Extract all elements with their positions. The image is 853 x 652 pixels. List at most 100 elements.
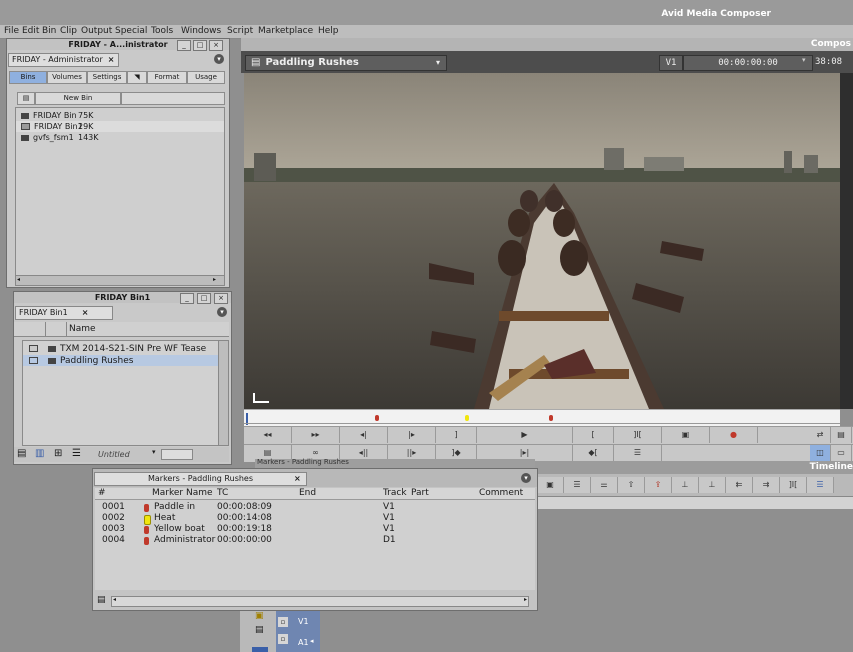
play-button[interactable]: ▶ [477,427,573,443]
lift-icon[interactable]: ⇧ [618,477,645,493]
maximize-button[interactable]: □ [193,40,207,51]
marker-red[interactable] [375,415,379,421]
rewind-button[interactable]: ◂◂ [244,427,292,443]
tab-usage[interactable]: Usage [187,71,225,84]
track-a1[interactable]: A1 [298,638,309,647]
tab-settings[interactable]: Settings [87,71,127,84]
previous-marker-button[interactable]: ◆[ [573,445,614,461]
column-header-marker-name[interactable]: Marker Name [152,488,213,498]
horizontal-scrollbar[interactable]: ◂ ▸ [111,596,529,607]
toolbar-icon[interactable]: ⊥ [672,477,699,493]
close-icon[interactable]: × [82,308,89,317]
track-v1[interactable]: V1 [298,617,309,626]
two-up-icon[interactable]: ◫ [810,445,831,461]
column-header-name[interactable]: Name [69,324,96,334]
bin-menu-icon[interactable]: ▾ [217,307,227,317]
mark-clip-button[interactable]: ]I[ [614,427,662,443]
menu-tools[interactable]: Tools [151,26,173,36]
minimize-button[interactable]: _ [177,40,191,51]
brief-view-icon[interactable]: ▤ [17,448,26,459]
track-selector[interactable]: V1 [659,55,683,71]
menu-special[interactable]: Special [115,26,147,36]
mark-out-button[interactable]: ] [436,427,477,443]
horizontal-scrollbar[interactable]: ◂ ▸ [15,275,225,286]
track-lock-icon[interactable]: ▫ [278,634,288,644]
layout-icon[interactable]: ▤ [831,427,852,443]
tab-bins[interactable]: Bins [9,71,47,84]
column-header-part[interactable]: Part [411,488,429,498]
flag-icon[interactable]: ◥ [127,71,147,84]
overwrite-icon[interactable]: ⇄ [810,427,831,443]
list-item[interactable]: FRIDAY Bin1 29K [16,121,224,132]
menu-windows[interactable]: Windows [181,26,221,36]
menu-marketplace[interactable]: Marketplace [258,26,313,36]
bin-field[interactable] [121,92,225,105]
markers-view-icon[interactable]: ▤ [97,595,106,605]
chevron-down-icon[interactable]: ▾ [152,448,156,456]
tab-volumes[interactable]: Volumes [47,71,87,84]
menu-edit[interactable]: Edit [22,26,39,36]
column-header-track[interactable]: Track [383,488,407,498]
project-menu-icon[interactable]: ▾ [214,54,224,64]
bin-view-icon[interactable]: ▤ [17,92,35,105]
close-icon[interactable]: × [108,55,115,64]
list-item[interactable]: FRIDAY Bin 75K [16,110,224,121]
vertical-scrollbar[interactable] [218,340,229,446]
clear-marks-button[interactable]: ☰ [614,445,662,461]
menu-script[interactable]: Script [227,26,253,36]
track-lock-icon[interactable]: ▫ [278,617,288,627]
scroll-left-icon[interactable]: ◂ [17,276,20,283]
bin-view-name[interactable]: Untitled [98,450,130,459]
list-item[interactable]: Paddling Rushes [23,355,219,366]
position-bar[interactable] [244,409,840,426]
column-header-comment[interactable]: Comment [479,488,523,498]
extract-icon[interactable]: ⇪ [645,477,672,493]
project-tab[interactable]: FRIDAY - Administrator × [8,53,119,67]
toolbar-icon[interactable]: ⇉ [753,477,780,493]
toolbar-icon[interactable]: ☰ [807,477,834,493]
new-bin-button[interactable]: New Bin [35,92,121,105]
tab-format[interactable]: Format [147,71,187,84]
list-item[interactable]: TXM 2014-S21-SIN Pre WF Tease Re [23,343,219,366]
record-monitor-icon[interactable]: ▤ [255,625,264,635]
table-row[interactable]: 0004 Administrator 00:00:00:00 D1 [95,535,535,546]
fast-forward-button[interactable]: ▸▸ [292,427,340,443]
scroll-right-icon[interactable]: ▸ [524,596,527,603]
table-row[interactable]: 0003 Yellow boat 00:00:19:18 V1 [95,524,535,535]
toolbar-icon[interactable]: ⊥ [699,477,726,493]
menu-output[interactable]: Output [81,26,112,36]
toolbar-icon[interactable]: ⚌ [591,477,618,493]
source-monitor-icon[interactable]: ▣ [255,611,264,621]
menu-clip[interactable]: Clip [60,26,77,36]
clip-name-menu[interactable]: ▤ Paddling Rushes ▾ [245,55,447,71]
text-view-icon[interactable]: ▥ [35,448,44,459]
close-button[interactable]: × [214,293,228,304]
minimize-button[interactable]: _ [180,293,194,304]
menu-file[interactable]: File [4,26,19,36]
timecode-display-2[interactable]: 38:08 [815,55,853,69]
markers-menu-icon[interactable]: ▾ [521,473,531,483]
bin-scrollbar[interactable] [161,449,193,460]
menu-help[interactable]: Help [318,26,339,36]
toolbar-icon[interactable]: ▣ [537,477,564,493]
maximize-button[interactable]: □ [197,293,211,304]
scroll-right-icon[interactable]: ▸ [213,276,216,283]
chevron-down-icon[interactable]: ▾ [802,56,806,64]
marker-red[interactable] [549,415,553,421]
add-marker-button[interactable]: ● [710,427,758,443]
list-item[interactable]: gvfs_fsm1 143K [16,132,224,143]
toolbar-icon[interactable]: ☰ [564,477,591,493]
step-back-button[interactable]: ◂| [340,427,388,443]
step-forward-button[interactable]: |▸ [388,427,436,443]
table-row[interactable]: 0001 Paddle in 00:00:08:09 V1 [95,502,535,513]
frame-view-icon[interactable]: ⊞ [54,448,62,459]
speaker-icon[interactable]: ◂ [310,637,314,645]
menu-bin[interactable]: Bin [42,26,56,36]
toolbar-icon[interactable]: ]I[ [780,477,807,493]
column-header-num[interactable]: # [98,488,106,498]
marker-yellow[interactable] [465,415,469,421]
toolbar-icon[interactable]: ⇇ [726,477,753,493]
close-icon[interactable]: × [294,473,301,485]
script-view-icon[interactable]: ☰ [72,448,81,459]
splice-button[interactable]: ▣ [662,427,710,443]
